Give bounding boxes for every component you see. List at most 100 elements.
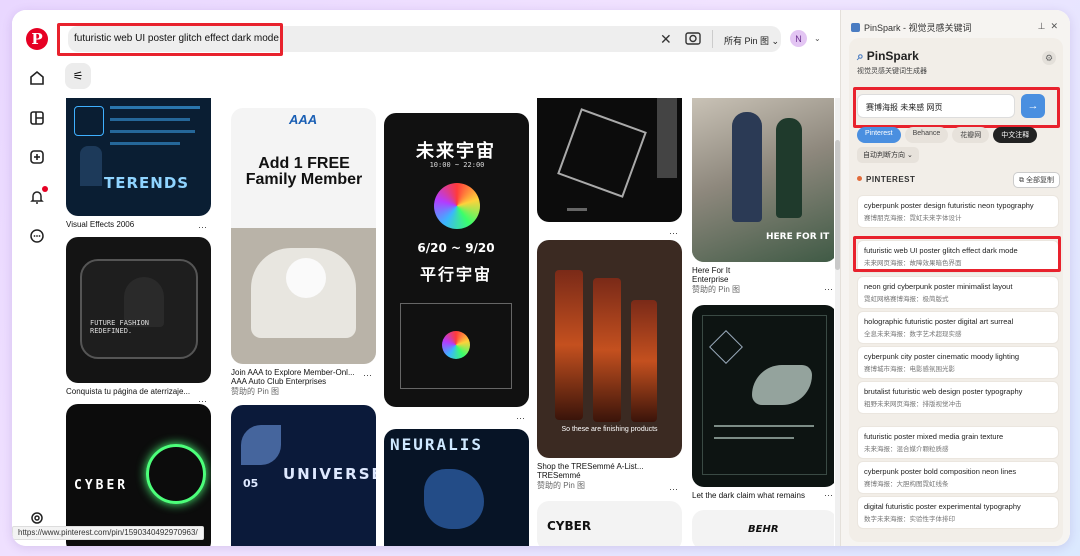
pin-image-text: CYBER	[547, 519, 592, 533]
pin-image[interactable]: So these are finishing products	[537, 240, 682, 458]
visual-search-camera-icon[interactable]	[685, 31, 701, 45]
more-options-icon[interactable]: ···	[669, 228, 678, 238]
more-options-icon[interactable]: ···	[824, 490, 833, 500]
copy-all-label: 全部复制	[1025, 177, 1054, 184]
more-options-icon[interactable]: ···	[824, 284, 833, 294]
more-options-icon[interactable]: ···	[516, 413, 525, 423]
pinterest-logo-icon[interactable]: P	[26, 28, 48, 50]
keyword-input[interactable]: 赛博海报 未来感 网页	[857, 94, 1015, 118]
pin-feed-grid: TERENDS Visual Effects 2006 ··· FUTURE F…	[62, 98, 834, 546]
pin-advertiser[interactable]: Enterprise	[692, 275, 834, 284]
pin-image-text: TERENDS	[104, 174, 190, 192]
pin-advertiser[interactable]: AAA Auto Club Enterprises	[231, 377, 376, 386]
suggestion-note: 数字未来海报：实验性字体排印	[864, 516, 955, 523]
boards-icon[interactable]	[25, 106, 49, 130]
suggestion-note: 全息未来海报：数字艺术超现实感	[864, 331, 962, 338]
pin-date-text: 6/20 ~ 9/20	[417, 241, 495, 255]
pinspark-side-panel: PinSpark - 视觉灵感关键词 ⊥ ✕ ⌕ PinSpark 视觉灵感关键词…	[840, 10, 1070, 546]
pin-type-filter-dropdown[interactable]: 所有 Pin 图 ⌄	[724, 34, 779, 47]
copy-icon: ⧉	[1019, 177, 1026, 184]
pin-image-text: HERE FOR IT	[766, 232, 830, 242]
pin-title[interactable]: Here For It	[692, 266, 834, 275]
platform-chips: Pinterest Behance 花瓣网 中文注释	[857, 127, 1038, 143]
pin-image-text: 平行宇宙	[419, 265, 492, 284]
notifications-icon[interactable]	[25, 185, 49, 209]
pin-image-text: Add 1 FREE Family Member	[245, 155, 363, 188]
pin-title[interactable]: Visual Effects 2006	[66, 220, 211, 229]
suggestion-item[interactable]: brutalist futuristic web design poster t…	[857, 381, 1059, 414]
left-nav-rail: P	[12, 10, 62, 546]
suggestion-note: 霓虹网格赛博海报：极简版式	[864, 296, 949, 303]
pin-image[interactable]: CYBER	[537, 501, 682, 546]
suggestion-keyword: digital futuristic poster experimental t…	[864, 502, 1021, 511]
suggestion-note: 未来海报：混合媒介颗粒质感	[864, 446, 949, 453]
create-icon[interactable]	[25, 145, 49, 169]
suggestion-item[interactable]: holographic futuristic poster digital ar…	[857, 311, 1059, 344]
feed-column-1: TERENDS Visual Effects 2006 ··· FUTURE F…	[66, 98, 211, 546]
notification-dot	[42, 186, 48, 192]
promoted-label: 赞助的 Pin 图	[537, 481, 586, 490]
pin-image[interactable]: HERE FOR IT	[692, 98, 834, 262]
pin-title[interactable]: Shop the TRESemmé A-List...	[537, 462, 682, 471]
suggestion-keyword: brutalist futuristic web design poster t…	[864, 387, 1023, 396]
pin-title[interactable]: Join AAA to Explore Member-Onl...	[231, 368, 376, 377]
clear-search-icon[interactable]: ✕	[660, 31, 672, 48]
pin-image[interactable]: 未来宇宙 10:00 ~ 22:00 6/20 ~ 9/20 平行宇宙	[384, 113, 529, 407]
chip-pinterest[interactable]: Pinterest	[857, 127, 901, 143]
suggestion-item[interactable]: cyberpunk city poster cinematic moody li…	[857, 346, 1059, 379]
pin-image[interactable]: TERENDS	[66, 98, 211, 216]
home-icon[interactable]	[25, 66, 49, 90]
pin-image[interactable]: CYBER	[66, 404, 211, 546]
more-options-icon[interactable]: ···	[669, 484, 678, 494]
chip-chinese-notes[interactable]: 中文注释	[993, 127, 1038, 143]
direction-dropdown[interactable]: 自动判断方向 ⌄	[857, 147, 919, 163]
pin-image-text: So these are finishing products	[561, 426, 658, 433]
account-chevron-down-icon[interactable]: ⌄	[814, 34, 821, 43]
pin-image[interactable]: NEURALIS	[384, 429, 529, 546]
more-options-icon[interactable]: ···	[363, 370, 372, 380]
pin-image-text: BEHR	[748, 524, 779, 535]
messages-icon[interactable]	[25, 224, 49, 248]
suggestion-item[interactable]: futuristic poster mixed media grain text…	[857, 426, 1059, 459]
close-panel-icon[interactable]: ✕	[1050, 21, 1058, 31]
chip-behance[interactable]: Behance	[904, 127, 949, 143]
filter-settings-button[interactable]: ⚟	[65, 63, 91, 89]
pin-image-text: FUTURE FASHION REDEFINED.	[90, 319, 150, 335]
pin-image-text: NEURALIS	[390, 435, 484, 454]
panel-title-text: PinSpark - 视觉灵感关键词	[864, 23, 972, 33]
more-options-icon[interactable]: ···	[198, 222, 207, 232]
panel-window-title: PinSpark - 视觉灵感关键词	[851, 21, 972, 34]
feed-column-5: HERE FOR IT Here For It Enterprise 赞助的 P…	[692, 98, 834, 546]
pin-image[interactable]: FUTURE FASHION REDEFINED.	[66, 237, 211, 383]
suggestion-item[interactable]: neon grid cyberpunk poster minimalist la…	[857, 276, 1059, 309]
pin-advertiser[interactable]: TRESemmé	[537, 471, 682, 480]
suggestion-note: 粗野未来网页海报：排版视觉冲击	[864, 401, 962, 408]
pin-panel-icon[interactable]: ⊥	[1038, 21, 1046, 31]
copy-all-button[interactable]: ⧉ 全部复制	[1013, 172, 1060, 188]
suggestion-item[interactable]: cyberpunk poster design futuristic neon …	[857, 195, 1059, 228]
pin-title[interactable]: Let the dark claim what remains	[692, 491, 834, 500]
pin-image[interactable]: AAA Add 1 FREE Family Member	[231, 108, 376, 364]
section-title: PINTEREST	[857, 175, 915, 184]
status-bar-url: https://www.pinterest.com/pin/1590340492…	[12, 526, 204, 540]
gear-icon[interactable]: ⚙	[1042, 51, 1056, 65]
pin-image[interactable]	[537, 98, 682, 222]
pinspark-app-icon	[851, 23, 860, 32]
pin-image[interactable]: UNIVERSE 05	[231, 405, 376, 546]
suggestion-item[interactable]: cyberpunk poster bold composition neon l…	[857, 461, 1059, 494]
section-title-text: PINTEREST	[866, 175, 916, 184]
user-avatar[interactable]: N	[790, 30, 807, 47]
feed-column-3: 未来宇宙 10:00 ~ 22:00 6/20 ~ 9/20 平行宇宙 ··· …	[384, 113, 529, 546]
pin-title[interactable]: Conquista tu página de aterrizaje...	[66, 387, 211, 396]
pin-image[interactable]: BEHR	[692, 510, 834, 546]
search-divider	[712, 30, 713, 48]
highlight-box-suggestion	[853, 236, 1061, 272]
pin-time-text: 10:00 ~ 22:00	[429, 161, 485, 169]
suggestion-keyword: neon grid cyberpunk poster minimalist la…	[864, 282, 1013, 291]
chip-huaban[interactable]: 花瓣网	[952, 127, 990, 143]
pin-image[interactable]	[692, 305, 834, 487]
suggestion-item[interactable]: digital futuristic poster experimental t…	[857, 496, 1059, 529]
suggestion-note: 赛博海报：大胆构图霓虹线条	[864, 481, 949, 488]
brand-name: PinSpark	[866, 49, 919, 63]
generate-button[interactable]: →	[1021, 94, 1045, 118]
